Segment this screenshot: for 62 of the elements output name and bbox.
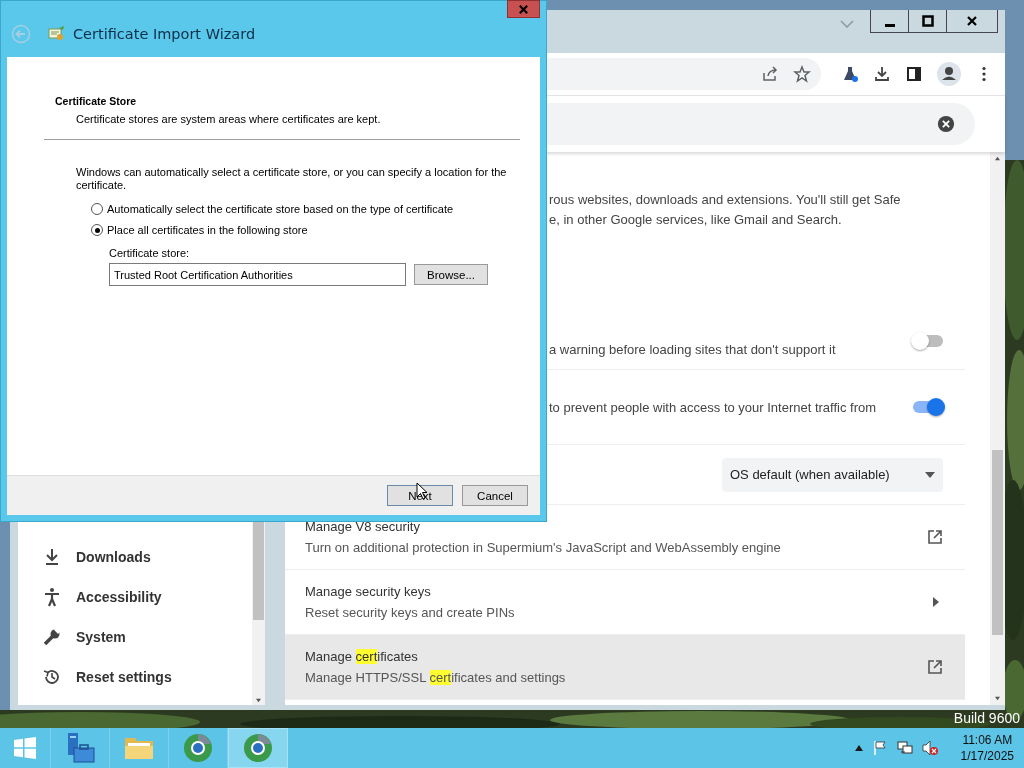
minimize-icon xyxy=(884,23,895,27)
link-title: Manage V8 security xyxy=(305,519,421,534)
close-icon xyxy=(966,15,978,27)
sidebar-item[interactable]: Downloads xyxy=(18,537,252,577)
taskbar-app-button[interactable] xyxy=(228,728,288,768)
link-description: Reset security keys and create PINs xyxy=(305,605,515,620)
certificate-icon xyxy=(47,25,65,43)
network-icon[interactable] xyxy=(896,740,913,756)
sidebar-item[interactable]: Accessibility xyxy=(18,577,252,617)
description-text: e, in other Google services, like Gmail and Search. xyxy=(549,212,843,227)
share-icon[interactable] xyxy=(761,65,779,83)
wrench-icon xyxy=(42,627,62,647)
dropdown[interactable]: OS default (when available) xyxy=(722,457,943,492)
avatar-icon[interactable] xyxy=(937,62,961,86)
scroll-down-arrow-icon[interactable] xyxy=(255,698,262,703)
flask-icon[interactable] xyxy=(841,65,859,83)
link-description: Manage HTTPS/SSL certificates and settings xyxy=(305,670,566,685)
flag-icon[interactable] xyxy=(871,740,888,756)
time-text: 11:06 AM xyxy=(962,732,1013,748)
field-label: Certificate store: xyxy=(109,247,191,259)
external-link-icon xyxy=(927,659,943,675)
accessibility-icon xyxy=(42,587,62,607)
browser-icon xyxy=(242,732,274,764)
browse-button[interactable]: Browse... xyxy=(414,264,488,285)
speaker-muted-icon[interactable] xyxy=(921,740,938,756)
chevron-right-icon xyxy=(933,597,939,607)
instruction-text: Windows can automatically select a certificate store, or you can specify a location for the certificate. xyxy=(76,166,508,192)
download-icon[interactable] xyxy=(873,65,891,83)
scrollbar-thumb[interactable] xyxy=(992,450,1003,635)
clear-icon[interactable] xyxy=(937,115,955,133)
scrollbar[interactable] xyxy=(990,152,1005,705)
radio-option[interactable]: Place all certificates in the following store xyxy=(91,224,308,236)
maximize-icon xyxy=(921,15,934,27)
windows-logo-icon xyxy=(13,736,37,760)
link-description: Turn on additional protection in Supermium's JavaScript and WebAssembly engine xyxy=(305,540,781,555)
description-text: a warning before loading sites that don't support it xyxy=(549,342,836,357)
cancel-button[interactable]: Cancel xyxy=(462,485,528,506)
browser-icon xyxy=(182,732,214,764)
clock[interactable]: 11:06 AM 1/17/2025 xyxy=(960,732,1014,764)
toggle-switch[interactable] xyxy=(913,335,943,347)
certificate-store-field[interactable]: Trusted Root Certification Authorities xyxy=(109,263,406,286)
scroll-down-arrow-icon[interactable] xyxy=(994,696,1001,701)
close-icon xyxy=(518,3,529,15)
window-title: Certificate Import Wizard xyxy=(73,26,256,42)
sidebar-item[interactable]: Reset settings xyxy=(18,657,252,697)
description-text: rous websites, downloads and extensions. You'll still get Safe xyxy=(549,192,902,207)
date-text: 1/17/2025 xyxy=(960,748,1014,764)
history-icon xyxy=(42,667,62,687)
bookmark-star-icon[interactable] xyxy=(793,65,811,83)
toggle-switch[interactable] xyxy=(913,401,943,413)
scroll-up-arrow-icon[interactable] xyxy=(994,156,1001,161)
section-heading: Certificate Store xyxy=(55,95,138,107)
sidebar-item[interactable]: System xyxy=(18,617,252,657)
build-watermark-text: Build 9600 xyxy=(953,710,1020,726)
description-text: to prevent people with access to your Internet traffic from xyxy=(549,399,877,415)
side-panel-icon[interactable] xyxy=(905,65,923,83)
section-subtitle: Certificate stores are system areas where certificates are kept. xyxy=(76,113,382,125)
dropdown-arrow-icon xyxy=(925,471,935,478)
external-link-icon xyxy=(927,529,943,545)
link-title: Manage security keys xyxy=(305,584,432,599)
caret-up-icon[interactable] xyxy=(854,745,863,751)
radio-option[interactable]: Automatically select the certificate store based on the type of certificate xyxy=(91,203,454,215)
